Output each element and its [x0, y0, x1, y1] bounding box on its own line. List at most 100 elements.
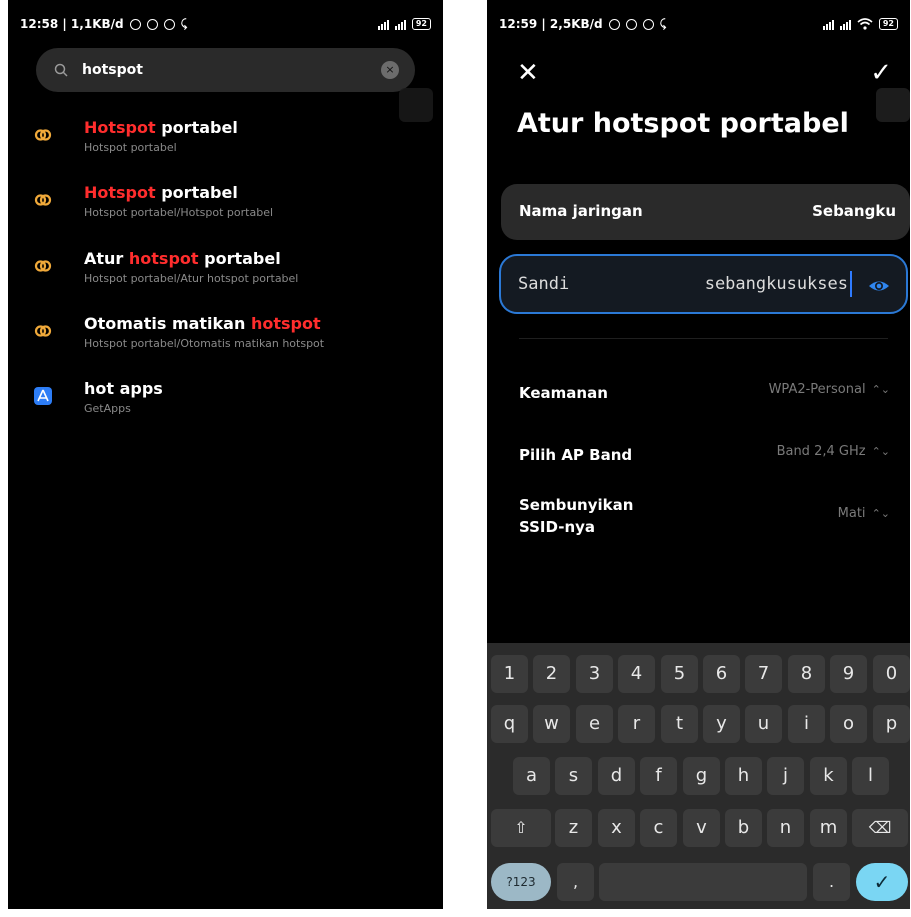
key-8[interactable]: 8 — [788, 655, 825, 693]
key-f[interactable]: f — [640, 757, 677, 795]
key-4[interactable]: 4 — [618, 655, 655, 693]
key-g[interactable]: g — [683, 757, 720, 795]
hotspot-icon — [34, 129, 52, 141]
clear-search-button[interactable]: × — [381, 61, 399, 79]
key-x[interactable]: x — [598, 809, 635, 847]
hotspot-icon — [34, 260, 52, 272]
key-r[interactable]: r — [618, 705, 655, 743]
result-item[interactable]: Hotspot portabel Hotspot portabel — [8, 114, 443, 170]
backspace-key[interactable]: ⌫ — [852, 809, 908, 847]
key-i[interactable]: i — [788, 705, 825, 743]
key-v[interactable]: v — [683, 809, 720, 847]
key-6[interactable]: 6 — [703, 655, 740, 693]
result-title: Hotspot portabel — [84, 118, 238, 137]
key-k[interactable]: k — [810, 757, 847, 795]
key-5[interactable]: 5 — [661, 655, 698, 693]
hide-ssid-value: Mati — [837, 506, 866, 521]
key-0[interactable]: 0 — [873, 655, 910, 693]
close-button[interactable]: ✕ — [517, 58, 539, 88]
key-z[interactable]: z — [555, 809, 592, 847]
battery-icon: 92 — [878, 18, 898, 30]
network-name-label: Nama jaringan — [519, 202, 643, 220]
hide-ssid-row[interactable]: Sembunyikan SSID-nya Mati ⌃⌄ — [519, 494, 890, 538]
key-h[interactable]: h — [725, 757, 762, 795]
key-d[interactable]: d — [598, 757, 635, 795]
app-result-item[interactable]: hot apps GetApps — [8, 375, 443, 431]
key-n[interactable]: n — [767, 809, 804, 847]
key-w[interactable]: w — [533, 705, 570, 743]
result-item[interactable]: Otomatis matikan hotspot Hotspot portabe… — [8, 310, 443, 366]
space-key[interactable] — [599, 863, 807, 901]
signal-icon — [377, 19, 389, 30]
app-source: GetApps — [84, 402, 131, 415]
result-path: Hotspot portabel/Hotspot portabel — [84, 206, 274, 219]
confirm-button[interactable]: ✓ — [870, 58, 892, 88]
security-row[interactable]: Keamanan WPA2-Personal ⌃⌄ — [519, 382, 890, 404]
key-u[interactable]: u — [745, 705, 782, 743]
hotspot-icon — [34, 194, 52, 206]
key-j[interactable]: j — [767, 757, 804, 795]
key-m[interactable]: m — [810, 809, 847, 847]
chevron-updown-icon: ⌃⌄ — [871, 507, 890, 520]
divider — [519, 338, 888, 339]
password-field[interactable]: Sandi sebangkusukses — [499, 254, 908, 314]
result-item[interactable]: Hotspot portabel Hotspot portabel/Hotspo… — [8, 179, 443, 235]
keyboard-row-zxcv: ⇧ z x c v b n m ⌫ — [487, 809, 910, 847]
security-value: WPA2-Personal — [768, 382, 866, 397]
result-title: Otomatis matikan hotspot — [84, 314, 321, 333]
signal-4g-icon — [839, 19, 851, 30]
key-l[interactable]: l — [852, 757, 889, 795]
key-3[interactable]: 3 — [576, 655, 613, 693]
keyboard-row-asdf: a s d f g h j k l — [487, 757, 910, 795]
instagram-icon — [642, 18, 654, 30]
app-title: hot apps — [84, 379, 163, 398]
key-2[interactable]: 2 — [533, 655, 570, 693]
result-item[interactable]: Atur hotspot portabel Hotspot portabel/A… — [8, 245, 443, 301]
key-b[interactable]: b — [725, 809, 762, 847]
search-icon — [54, 63, 68, 77]
search-bar[interactable]: × — [36, 48, 415, 92]
missed-call-icon: ⤹ — [659, 17, 667, 30]
keyboard-bottom-row: ?123 , . ✓ — [487, 863, 910, 901]
password-label: Sandi — [518, 274, 570, 294]
key-s[interactable]: s — [555, 757, 592, 795]
comma-key[interactable]: , — [557, 863, 594, 901]
key-e[interactable]: e — [576, 705, 613, 743]
period-key[interactable]: . — [813, 863, 850, 901]
keyboard: 1 2 3 4 5 6 7 8 9 0 q w e r t y u i o p … — [487, 643, 910, 909]
alarm-icon — [129, 18, 141, 30]
key-9[interactable]: 9 — [830, 655, 867, 693]
signal-4g-icon — [394, 19, 406, 30]
getapps-icon — [34, 387, 52, 405]
key-1[interactable]: 1 — [491, 655, 528, 693]
keyboard-number-row: 1 2 3 4 5 6 7 8 9 0 — [487, 655, 910, 693]
hide-ssid-label-line1: Sembunyikan — [519, 496, 634, 514]
result-path: Hotspot portabel/Otomatis matikan hotspo… — [84, 337, 325, 350]
shift-key[interactable]: ⇧ — [491, 809, 551, 847]
key-p[interactable]: p — [873, 705, 910, 743]
password-input[interactable]: sebangkusukses — [705, 274, 848, 294]
key-t[interactable]: t — [661, 705, 698, 743]
key-7[interactable]: 7 — [745, 655, 782, 693]
key-a[interactable]: a — [513, 757, 550, 795]
hotspot-settings-screen: 12:59 | 2,5KB/d ⤹ 92 ✕ ✓ Atur hotspot po… — [487, 0, 910, 909]
key-c[interactable]: c — [640, 809, 677, 847]
signal-icon — [822, 19, 834, 30]
hide-ssid-label-line2: SSID-nya — [519, 518, 596, 536]
key-y[interactable]: y — [703, 705, 740, 743]
enter-key[interactable]: ✓ — [856, 863, 908, 901]
key-q[interactable]: q — [491, 705, 528, 743]
symbols-key[interactable]: ?123 — [491, 863, 551, 901]
result-title: Atur hotspot portabel — [84, 249, 281, 268]
search-input[interactable] — [80, 61, 354, 79]
ap-band-row[interactable]: Pilih AP Band Band 2,4 GHz ⌃⌄ — [519, 444, 890, 466]
result-path: Hotspot portabel/Atur hotspot portabel — [84, 272, 299, 285]
search-screen: 12:58 | 1,1KB/d ⤹ 92 × Hotspot portabel … — [8, 0, 443, 909]
missed-call-icon: ⤹ — [180, 17, 188, 30]
network-name-field[interactable]: Nama jaringan Sebangku — [501, 184, 910, 240]
eye-icon[interactable] — [868, 275, 890, 297]
chevron-updown-icon: ⌃⌄ — [871, 445, 890, 458]
key-o[interactable]: o — [830, 705, 867, 743]
result-title: Hotspot portabel — [84, 183, 238, 202]
hotspot-icon — [34, 325, 52, 337]
